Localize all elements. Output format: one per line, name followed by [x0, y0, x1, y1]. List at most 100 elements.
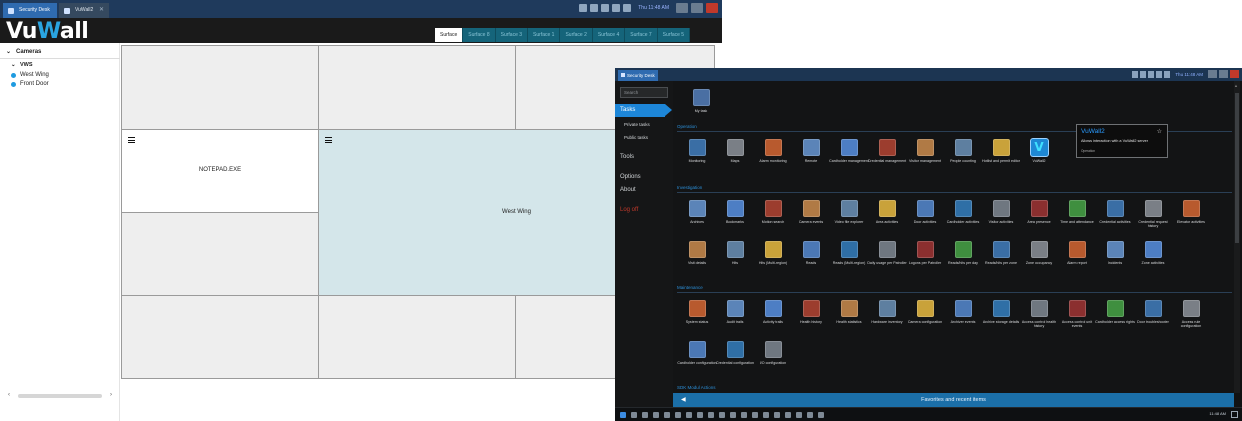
scroll-up-icon[interactable]: ▲: [1234, 83, 1238, 88]
task-tile[interactable]: Credential configuration: [715, 341, 755, 365]
wall-cell[interactable]: [319, 296, 515, 378]
tab-vuwall2[interactable]: VuWall2 ✕: [59, 3, 109, 18]
scroll-thumb[interactable]: [1235, 93, 1239, 243]
tab-surface[interactable]: Surface: [435, 28, 464, 42]
task-tile[interactable]: Hardware inventory: [867, 300, 907, 324]
task-tile[interactable]: Visitor management: [905, 139, 945, 163]
close-tab-icon[interactable]: ✕: [99, 3, 104, 18]
app-icon[interactable]: [774, 412, 780, 418]
task-tile[interactable]: Motion search: [753, 200, 793, 224]
tab-surface-2[interactable]: Surface 2: [560, 28, 593, 42]
task-tile[interactable]: Monitoring: [677, 139, 717, 163]
task-tile[interactable]: Cardholder configuration: [677, 341, 717, 365]
app-icon[interactable]: [719, 412, 725, 418]
task-tile-my-task[interactable]: My task: [681, 89, 721, 113]
close-button[interactable]: [706, 3, 718, 13]
task-tile[interactable]: Hits (Multi-region): [753, 241, 793, 265]
notification-icon[interactable]: [601, 4, 610, 12]
task-tile[interactable]: Credential request history: [1133, 200, 1173, 229]
app-icon[interactable]: [686, 412, 692, 418]
task-tile[interactable]: Credential management: [867, 139, 907, 163]
globe-icon[interactable]: [1164, 70, 1171, 78]
star-icon[interactable]: ☆: [1157, 128, 1162, 135]
tab-security-desk[interactable]: Security Desk: [3, 3, 57, 18]
task-tile-vuwall2[interactable]: VuWall2: [1019, 139, 1059, 163]
tree-item-west-wing[interactable]: West Wing: [11, 72, 49, 78]
task-tile[interactable]: Logons per Patroller: [905, 241, 945, 265]
app-icon[interactable]: [796, 412, 802, 418]
app-icon[interactable]: [785, 412, 791, 418]
network-icon[interactable]: [1140, 70, 1147, 78]
wall-cell[interactable]: [319, 46, 515, 129]
hamburger-menu-icon[interactable]: [325, 137, 332, 143]
task-tile[interactable]: Maps: [715, 139, 755, 163]
task-tile[interactable]: System status: [677, 300, 717, 324]
task-tile[interactable]: Audit trails: [715, 300, 755, 324]
tab-surface-4[interactable]: Surface 4: [592, 28, 626, 42]
app-icon[interactable]: [752, 412, 758, 418]
scroll-track[interactable]: [18, 394, 102, 398]
nav-tools[interactable]: Tools: [615, 154, 634, 160]
app-icon[interactable]: [653, 412, 659, 418]
task-tile[interactable]: Archiver events: [943, 300, 983, 324]
search-icon[interactable]: [631, 412, 637, 418]
hamburger-menu-icon[interactable]: [128, 137, 135, 143]
task-tile[interactable]: Alarm monitoring: [753, 139, 793, 163]
task-tile[interactable]: Video file explorer: [829, 200, 869, 224]
task-tile[interactable]: Access control health history: [1019, 300, 1059, 329]
app-icon[interactable]: [664, 412, 670, 418]
task-tile[interactable]: Cardholder management: [829, 139, 869, 163]
scroll-right-icon[interactable]: ›: [110, 392, 112, 398]
wall-cell-notepad[interactable]: NOTEPAD.EXE: [122, 130, 318, 212]
tree-item-front-door[interactable]: Front Door: [11, 81, 49, 87]
task-tile[interactable]: Access control unit events: [1057, 300, 1097, 329]
task-tile[interactable]: Hotlist and permit editor: [981, 139, 1021, 163]
task-tile[interactable]: Health history: [791, 300, 831, 324]
monitor-icon[interactable]: [579, 4, 588, 12]
notification-icon[interactable]: [1148, 70, 1155, 78]
tree-group-vws[interactable]: ⌄ VWS: [11, 62, 33, 68]
app-icon[interactable]: [807, 412, 813, 418]
task-tile[interactable]: Door activities: [905, 200, 945, 224]
task-tile[interactable]: Area activities: [867, 200, 907, 224]
task-tile[interactable]: Reads/hits per zone: [981, 241, 1021, 265]
scroll-left-icon[interactable]: ‹: [8, 392, 10, 398]
vertical-scrollbar[interactable]: ▲: [1234, 81, 1240, 393]
task-tile[interactable]: Cardholder access rights: [1095, 300, 1135, 324]
search-input[interactable]: Search: [620, 87, 668, 98]
nav-public-tasks[interactable]: Public tasks: [624, 135, 648, 140]
task-tile[interactable]: Incidents: [1095, 241, 1135, 265]
task-tile[interactable]: Camera events: [791, 200, 831, 224]
favorites-bar[interactable]: ◀ Favorites and recent items: [673, 393, 1234, 407]
horizontal-scrollbar[interactable]: ‹ ›: [8, 392, 112, 400]
task-tile[interactable]: Activity trails: [753, 300, 793, 324]
start-icon[interactable]: [620, 412, 626, 418]
task-tile[interactable]: Area presence: [1019, 200, 1059, 224]
app-icon[interactable]: [730, 412, 736, 418]
maximize-button[interactable]: [691, 3, 703, 13]
task-tile[interactable]: Camera configuration: [905, 300, 945, 324]
app-icon[interactable]: [763, 412, 769, 418]
task-tile[interactable]: Cardholder activities: [943, 200, 983, 224]
app-icon[interactable]: [708, 412, 714, 418]
task-tile[interactable]: Visitor activities: [981, 200, 1021, 224]
tab-surface-5[interactable]: Surface 5: [657, 28, 691, 42]
app-icon[interactable]: [818, 412, 824, 418]
task-view-icon[interactable]: [642, 412, 648, 418]
nav-about[interactable]: About: [615, 187, 636, 193]
task-tile[interactable]: Hits: [715, 241, 755, 265]
tab-security-desk[interactable]: Security Desk: [618, 70, 658, 81]
tab-surface-7[interactable]: Surface 7: [625, 28, 658, 42]
task-tile[interactable]: Elevator activities: [1171, 200, 1211, 224]
app-icon[interactable]: [697, 412, 703, 418]
nav-log-off[interactable]: Log off: [615, 207, 638, 213]
globe-icon[interactable]: [623, 4, 632, 12]
wall-cell[interactable]: [122, 296, 318, 378]
wall-cell[interactable]: [122, 46, 318, 129]
volume-icon[interactable]: [612, 4, 621, 12]
cameras-header[interactable]: ⌄ Cameras: [6, 48, 41, 55]
task-tile[interactable]: Archives: [677, 200, 717, 224]
task-tile[interactable]: Door troubleshooter: [1133, 300, 1173, 324]
nav-options[interactable]: Options: [615, 174, 641, 180]
close-button[interactable]: [1230, 70, 1239, 78]
